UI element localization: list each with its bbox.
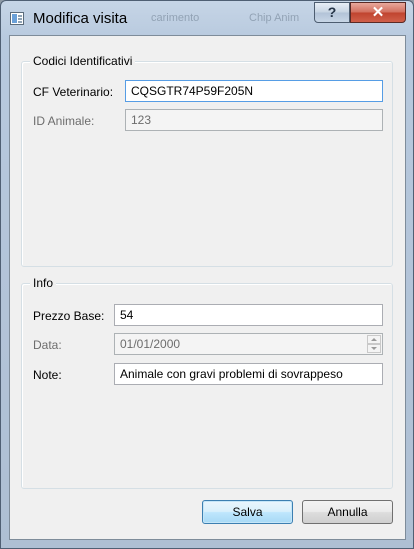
spin-down-icon xyxy=(367,344,381,353)
window-title: Modifica visita xyxy=(33,10,128,27)
note-label: Note: xyxy=(33,368,62,382)
id-animale-label: ID Animale: xyxy=(33,114,95,128)
prezzo-base-input[interactable]: 54 xyxy=(114,304,383,326)
dialog-client-area: Codici Identificativi CF Veterinario: CQ… xyxy=(9,35,406,540)
group-codici-identificativi: Codici Identificativi CF Veterinario: CQ… xyxy=(21,54,393,267)
background-window-title: carimento xyxy=(151,12,200,24)
group-info: Info Prezzo Base: 54 Data: 01/01/2000 No… xyxy=(21,276,393,489)
id-animale-input: 123 xyxy=(125,109,383,131)
title-bar[interactable]: Modifica visita carimento Chip Anim ? ✕ xyxy=(1,1,413,35)
data-value: 01/01/2000 xyxy=(120,337,181,351)
background-window-title: Chip Anim xyxy=(249,12,300,24)
cf-veterinario-label: CF Veterinario: xyxy=(33,85,114,99)
date-spinner xyxy=(367,335,381,353)
group-title: Info xyxy=(30,276,57,290)
spin-up-icon xyxy=(367,335,381,344)
data-label: Data: xyxy=(33,338,62,352)
group-title: Codici Identificativi xyxy=(30,54,136,68)
help-icon: ? xyxy=(327,4,337,20)
note-input[interactable]: Animale con gravi problemi di sovrappeso xyxy=(114,363,383,385)
app-icon xyxy=(10,12,24,25)
cancel-button[interactable]: Annulla xyxy=(302,500,393,524)
dialog-window: Modifica visita carimento Chip Anim ? ✕ … xyxy=(0,0,414,549)
save-button[interactable]: Salva xyxy=(202,500,293,524)
data-date-edit: 01/01/2000 xyxy=(114,333,383,355)
cf-veterinario-input[interactable]: CQSGTR74P59F205N xyxy=(125,80,383,102)
close-button[interactable]: ✕ xyxy=(350,2,406,23)
close-icon: ✕ xyxy=(371,4,385,21)
prezzo-base-label: Prezzo Base: xyxy=(33,309,105,323)
help-button[interactable]: ? xyxy=(314,2,350,23)
